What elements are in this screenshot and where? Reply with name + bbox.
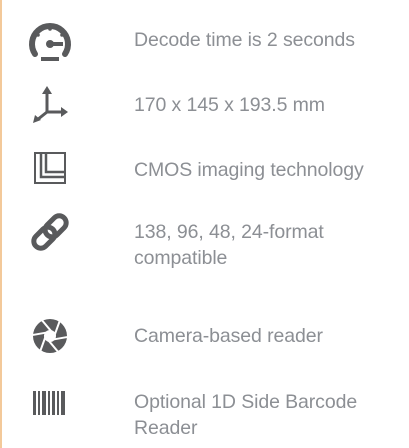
feature-label-line2: compatible xyxy=(134,247,228,269)
accent-rule xyxy=(0,0,2,448)
imaging-frame-icon xyxy=(26,148,74,188)
dimensions-axes-icon xyxy=(26,84,74,124)
feature-label: 170 x 145 x 193.5 mm xyxy=(134,94,325,116)
camera-aperture-icon xyxy=(26,316,74,356)
feature-list-panel: Decode time is 2 seconds 170 x 145 x 193… xyxy=(0,0,409,448)
feature-label: Decode time is 2 seconds xyxy=(134,29,355,51)
barcode-icon xyxy=(26,383,74,423)
feature-label: 138, 96, 48, 24-format xyxy=(134,221,324,243)
speedometer-icon xyxy=(26,22,74,62)
feature-label: Camera-based reader xyxy=(134,325,323,347)
feature-label: CMOS imaging technology xyxy=(134,159,364,181)
chain-link-icon xyxy=(26,212,74,252)
feature-label: Optional 1D Side Barcode xyxy=(134,391,358,413)
feature-label-line2: Reader xyxy=(134,417,198,439)
